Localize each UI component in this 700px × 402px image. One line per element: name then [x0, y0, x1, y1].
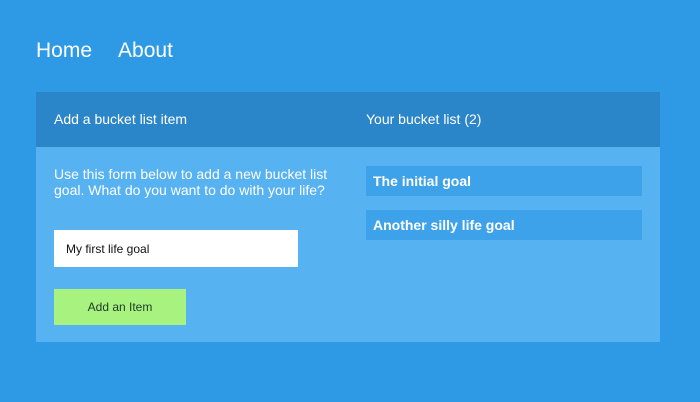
- bucket-list: The initial goal Another silly life goal: [366, 166, 642, 254]
- nav-home-link[interactable]: Home: [36, 38, 92, 64]
- bucket-list-panel: Add a bucket list item Your bucket list …: [36, 92, 660, 342]
- nav-about-link[interactable]: About: [118, 38, 173, 64]
- bucket-list-item[interactable]: The initial goal: [366, 166, 642, 196]
- add-item-button[interactable]: Add an Item: [54, 289, 186, 325]
- panel-header: Add a bucket list item Your bucket list …: [36, 92, 660, 147]
- add-item-title: Add a bucket list item: [54, 111, 188, 127]
- goal-input[interactable]: [54, 230, 298, 267]
- bucket-list-item[interactable]: Another silly life goal: [366, 210, 642, 240]
- form-description: Use this form below to add a new bucket …: [54, 166, 328, 198]
- main-nav: Home About: [36, 38, 173, 64]
- bucket-list-title: Your bucket list (2): [366, 111, 482, 127]
